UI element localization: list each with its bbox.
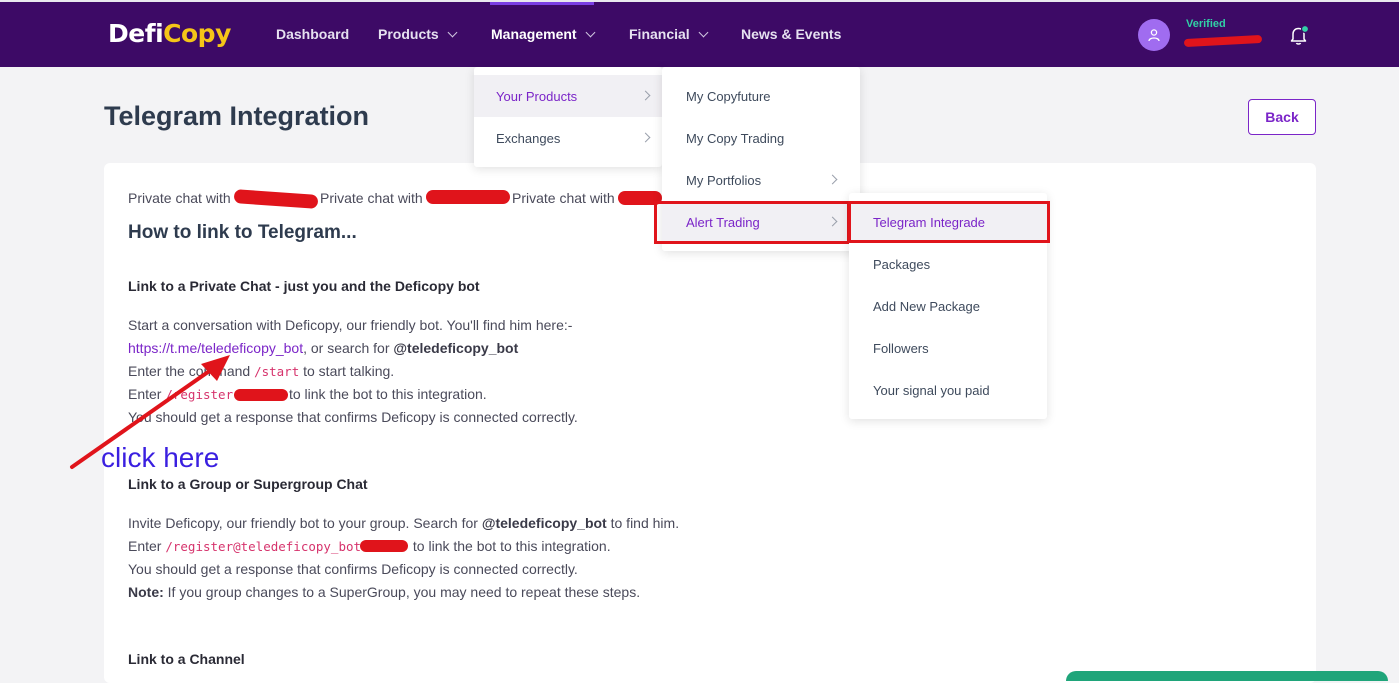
menu-your-signal-paid-label: Your signal you paid [873,382,990,398]
menu-my-portfolios-label: My Portfolios [686,172,762,188]
management-dropdown: Your Products Exchanges [474,67,662,167]
menu-add-new-package[interactable]: Add New Package [849,285,1047,327]
menu-followers[interactable]: Followers [849,327,1047,369]
menu-my-copy-trading[interactable]: My Copy Trading [662,117,860,159]
chevron-right-icon [640,132,651,143]
menu-packages[interactable]: Packages [849,243,1047,285]
menu-exchanges-label: Exchanges [496,130,561,146]
menu-followers-label: Followers [873,340,929,356]
chat-widget-tab[interactable] [1066,671,1388,681]
menu-your-signal-paid[interactable]: Your signal you paid [849,369,1047,411]
chevron-right-icon [640,90,651,101]
menu-packages-label: Packages [873,256,931,272]
menu-add-new-package-label: Add New Package [873,298,980,314]
menu-my-portfolios[interactable]: My Portfolios [662,159,860,201]
chevron-right-icon [827,174,838,185]
menu-your-products[interactable]: Your Products [474,75,662,117]
menu-my-copyfuture-label: My Copyfuture [686,88,771,104]
annotation-box-alert-trading [654,201,850,244]
annotation-box-telegram-integrade [848,201,1050,243]
menu-your-products-label: Your Products [496,88,578,104]
menu-my-copy-trading-label: My Copy Trading [686,130,785,146]
click-here-annotation: click here [101,442,220,473]
menu-my-copyfuture[interactable]: My Copyfuture [662,75,860,117]
menu-exchanges[interactable]: Exchanges [474,117,662,159]
